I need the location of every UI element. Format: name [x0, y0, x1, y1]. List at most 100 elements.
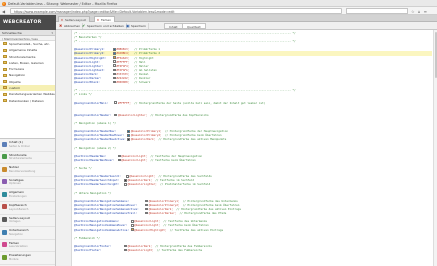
module-subtitle: Navigation	[9, 232, 23, 236]
browser-tools-icons[interactable]: ☆ ⌂ ≡	[411, 9, 428, 14]
module-icon	[2, 179, 7, 185]
cancel-label: Abbrechen	[64, 24, 81, 28]
tree-item-label: Darstellungsvarianten Webbau	[9, 92, 56, 97]
firefox-icon	[2, 1, 6, 6]
module-name: Kopfbereich	[9, 202, 27, 207]
module-name: Strukturelle	[9, 152, 27, 157]
module-subtitle: Module	[9, 257, 19, 261]
module-icon	[2, 229, 7, 235]
variable-name: @textColorFooter:	[74, 247, 125, 252]
code-editor[interactable]: /* -------------------------------------…	[56, 30, 437, 266]
folder-icon	[3, 42, 7, 46]
tree-item-label: Navigation	[9, 73, 26, 78]
tab-quelltext[interactable]: Quelltext	[182, 23, 206, 29]
save-close-icon: ✔	[82, 23, 86, 29]
folder-icon	[3, 99, 7, 103]
close-tab-icon[interactable]: ×	[61, 18, 64, 22]
module-name: Inhalt (1)	[9, 140, 23, 144]
tab-inhalt-label: Inhalt	[169, 25, 178, 29]
tree-item-label: Strukturelemente	[9, 54, 36, 59]
save-close-label: Speichern und schließen	[87, 24, 124, 28]
back-arrow-icon[interactable]: ◀	[2, 9, 5, 14]
app-brand: WEBCREATOR	[0, 15, 56, 30]
module-icon	[2, 254, 7, 260]
window-titlebar: Default-Variablen.less – Sitzung: Webmas…	[0, 0, 437, 7]
sidebar-module[interactable]: Erweiterungen Module	[0, 252, 55, 265]
sidebar-module[interactable]: Kopfbereich Layout-Bereich	[0, 202, 55, 215]
module-name: Nutzer	[9, 165, 19, 170]
folder-icon	[3, 80, 7, 84]
cancel-icon: ✖	[59, 23, 63, 29]
folder-icon	[3, 92, 7, 96]
sidebar-module[interactable]: Strukturelle Strukturelemente	[0, 152, 55, 165]
brand-logo: WEBCREATOR	[3, 20, 42, 25]
editor-toolbar: ✖ Abbrechen ✔ Speichern und schließen ▣ …	[56, 22, 437, 30]
address-input[interactable]: https://www.example.com/manager/index.ph…	[10, 8, 342, 14]
folder-icon	[3, 48, 7, 52]
window-title: Default-Variablen.less – Sitzung: Webmas…	[8, 1, 118, 6]
sidebar-module[interactable]: Farben Less-Variablen	[0, 240, 55, 253]
code-line: @textColorFooter: @baseColorLight; // Te…	[74, 248, 432, 252]
module-subtitle: Optionen	[9, 182, 21, 186]
sidebar-module[interactable]: Unterbereich Navigation	[0, 227, 55, 240]
tree-item-label: Spracheinstell., Suche, etc.	[9, 42, 50, 46]
module-subtitle: Einstellungen	[9, 194, 27, 198]
module-name: Seiten-Layout	[9, 215, 30, 220]
line-comment: // Textfarbe des Fußbereichs	[153, 247, 203, 252]
sidebar-module[interactable]: Allgemein Einstellungen	[0, 189, 55, 202]
quick-search-label: Schnellsuche	[2, 31, 22, 35]
tab-quelltext-label: Quelltext	[187, 25, 201, 29]
sidebar-module[interactable]: Nutzer Benutzerverwaltung	[0, 164, 55, 177]
module-icon	[2, 242, 7, 248]
module-list: Inhalt (1) Seiten & Ordner Strukturelle Str…	[0, 139, 55, 266]
line-gutter	[56, 30, 72, 266]
module-subtitle: Seiten & Ordner	[9, 144, 30, 148]
module-icon	[2, 154, 7, 160]
collapse-icon[interactable]: ▾	[51, 31, 53, 35]
module-subtitle: Strukturelemente	[9, 157, 32, 161]
save-close-button[interactable]: ✔ Speichern und schließen	[81, 23, 127, 29]
module-icon	[2, 141, 7, 147]
save-button[interactable]: ▣ Speichern	[125, 23, 149, 29]
module-icon	[2, 204, 7, 210]
browser-search-input[interactable]	[346, 8, 408, 14]
module-name: Erweiterungen	[9, 253, 31, 258]
module-subtitle: Layout-Bereich	[9, 207, 29, 211]
vertical-scrollbar[interactable]	[433, 30, 437, 266]
module-icon	[2, 191, 7, 197]
quick-search-header[interactable]: Schnellsuche ▾	[0, 30, 55, 36]
folder-icon	[3, 73, 7, 77]
folder-icon	[3, 61, 7, 65]
module-subtitle: Vorlagen	[9, 220, 21, 224]
folder-icon	[3, 86, 7, 90]
sidebar-module[interactable]: Inhalt (1) Seiten & Ordner	[0, 139, 55, 152]
tree-item-label: Objekte	[9, 79, 21, 84]
module-icon	[2, 166, 7, 172]
save-label: Speichern	[131, 24, 146, 28]
module-subtitle: Benutzerverwaltung	[9, 169, 36, 173]
tab-inhalt[interactable]: Inhalt	[164, 23, 183, 29]
module-name: Allgemein	[9, 190, 24, 195]
module-icon	[2, 217, 7, 223]
tree-item-label: Formulare	[9, 67, 25, 72]
app-tab-strip: × Seiten-Layout × Farben	[56, 15, 437, 22]
tree-item-label: Listen, Boxen, Galerien	[9, 60, 44, 65]
tree-item[interactable]: Datenbanken / Dateien	[0, 98, 55, 104]
variable-value: @baseColorLight;	[127, 247, 154, 252]
address-text: https://www.example.com/manager/index.ph…	[14, 9, 175, 14]
folder-icon	[3, 54, 7, 58]
tree-item-label: Allgemeine Inhalte	[9, 48, 38, 53]
close-tab-icon[interactable]: ×	[97, 18, 100, 22]
url-bar-row: ◀ https://www.example.com/manager/index.…	[0, 7, 437, 15]
module-subtitle: Less-Variablen	[9, 245, 28, 249]
module-name: Unterbereich	[9, 228, 29, 233]
sidebar-module[interactable]: Sonstiges Optionen	[0, 177, 55, 190]
sidebar-module[interactable]: Seiten-Layout Vorlagen	[0, 215, 55, 228]
code-area[interactable]: /* -------------------------------------…	[74, 31, 432, 252]
cancel-button[interactable]: ✖ Abbrechen	[58, 23, 84, 29]
save-icon: ▣	[126, 23, 130, 29]
tree-item-label: Datenbanken / Dateien	[9, 98, 44, 103]
folder-icon	[3, 67, 7, 71]
tree-item-label: custom	[9, 86, 21, 91]
folder-tree: Spracheinstell., Suche, etc. Allgemeine I…	[0, 41, 55, 139]
